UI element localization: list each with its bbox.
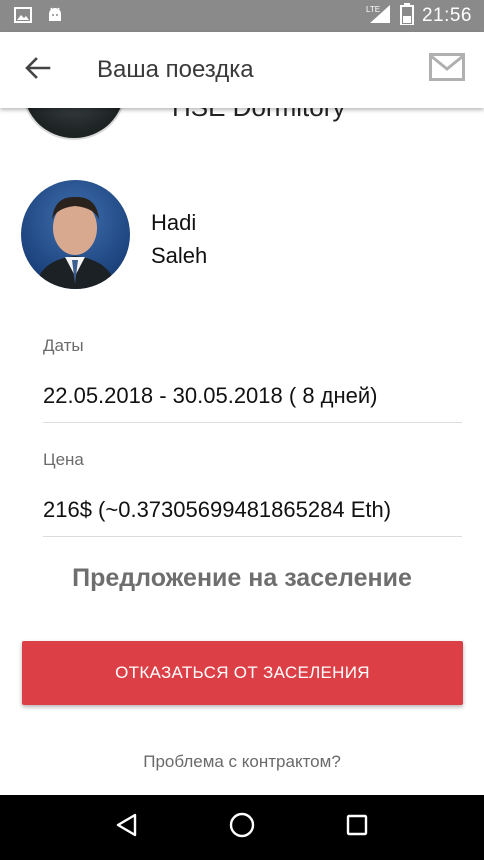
nav-home-button[interactable]	[222, 808, 262, 848]
mail-icon	[429, 52, 465, 86]
messages-button[interactable]	[428, 52, 466, 86]
host-avatar[interactable]	[21, 180, 130, 289]
contract-problem-link[interactable]: Проблема с контрактом?	[0, 752, 484, 772]
page-title: Ваша поездка	[97, 56, 254, 83]
app-bar: Ваша поездка	[0, 32, 484, 108]
android-icon	[46, 6, 64, 29]
nav-back-button[interactable]	[107, 808, 147, 848]
price-label: Цена	[43, 450, 84, 469]
host-name: Hadi Saleh	[151, 206, 207, 272]
divider	[43, 422, 462, 423]
offer-title: Предложение на заселение	[72, 564, 412, 592]
price-value: 216$ (~0.37305699481865284 Eth)	[43, 497, 392, 522]
dates-label: Даты	[43, 336, 84, 355]
divider	[43, 536, 462, 537]
home-circle-icon	[228, 811, 256, 844]
back-triangle-icon	[114, 812, 140, 843]
decline-button[interactable]: ОТКАЗАТЬСЯ ОТ ЗАСЕЛЕНИЯ	[22, 641, 463, 705]
status-time: 21:56	[421, 5, 472, 26]
system-nav-bar	[0, 795, 484, 860]
nav-recents-button[interactable]	[337, 808, 377, 848]
battery-icon	[399, 2, 414, 30]
status-bar: LTE 21:56	[0, 0, 484, 32]
image-icon	[14, 7, 32, 28]
host-first-name: Hadi	[151, 210, 197, 235]
dates-value: 22.05.2018 - 30.05.2018 ( 8 дней)	[43, 383, 378, 408]
host-last-name: Saleh	[151, 243, 208, 268]
recents-square-icon	[345, 813, 369, 842]
arrow-back-icon	[25, 56, 51, 84]
svg-text:LTE: LTE	[366, 5, 380, 14]
signal-icon: LTE	[366, 3, 392, 30]
back-button[interactable]	[18, 52, 58, 88]
